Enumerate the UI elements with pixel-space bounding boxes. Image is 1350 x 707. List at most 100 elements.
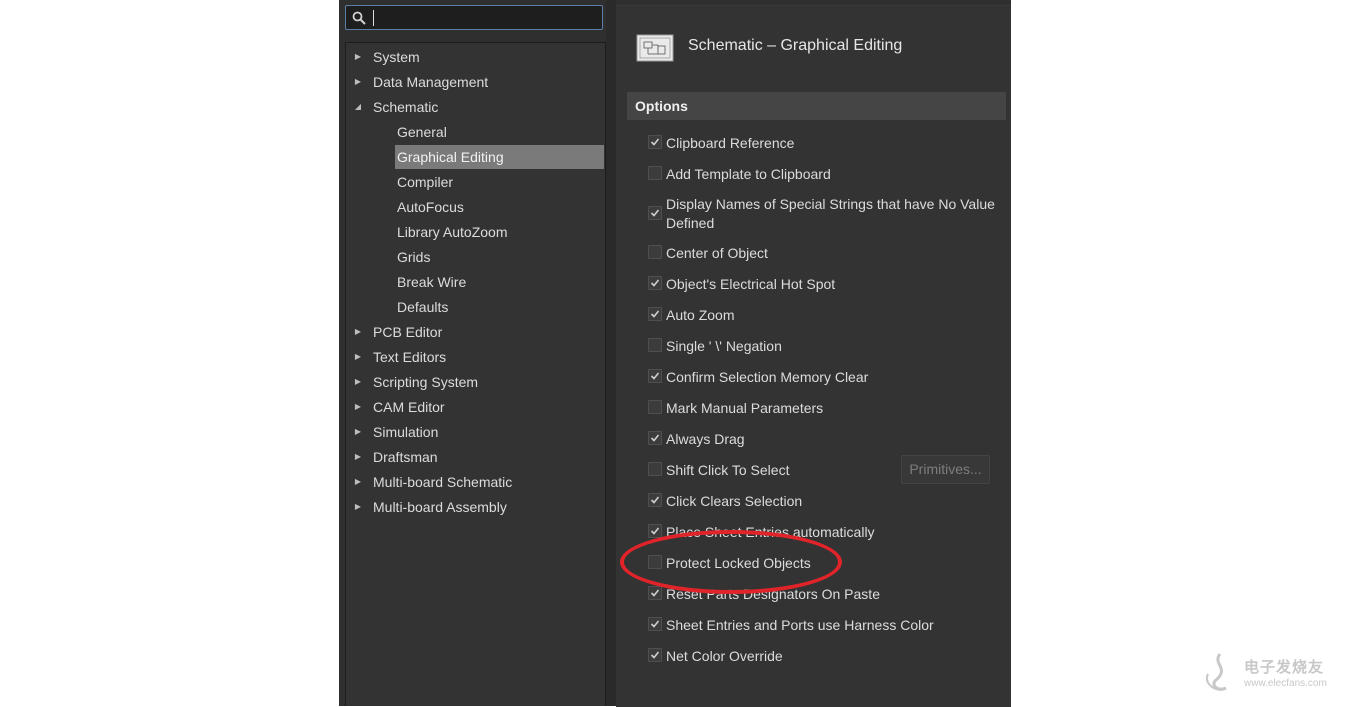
check-icon: [650, 209, 660, 217]
watermark: 电子发烧友 www.elecfans.com: [1200, 650, 1340, 700]
checkbox-checked[interactable]: [648, 276, 662, 290]
option-label: Sheet Entries and Ports use Harness Colo…: [666, 617, 934, 633]
option-label: Add Template to Clipboard: [666, 166, 831, 182]
tree-item[interactable]: ▶ Multi-board Assembly: [352, 495, 592, 519]
option-label: Auto Zoom: [666, 307, 735, 323]
preferences-tree[interactable]: ▶ System ▶ Data Management ◢ Schematic General…: [345, 42, 606, 706]
option-label: Clipboard Reference: [666, 135, 795, 151]
checkbox-checked[interactable]: [648, 524, 662, 538]
option-label: Object's Electrical Hot Spot: [666, 276, 836, 292]
tree-item-label: Compiler: [397, 174, 454, 190]
tree-item[interactable]: Graphical Editing: [395, 145, 604, 169]
option-label: Center of Object: [666, 245, 768, 261]
tree-item-label: PCB Editor: [373, 324, 443, 340]
check-icon: [650, 434, 660, 442]
tree-item[interactable]: General: [395, 120, 604, 144]
checkbox-checked[interactable]: [648, 586, 662, 600]
checkbox-checked[interactable]: [648, 206, 662, 220]
checkbox-unchecked[interactable]: [648, 400, 662, 414]
preferences-window: ▶ System ▶ Data Management ◢ Schematic General…: [339, 0, 1011, 707]
search-box[interactable]: [345, 5, 603, 30]
checkbox-unchecked[interactable]: [648, 166, 662, 180]
tree-item[interactable]: ▶ Data Management: [352, 70, 592, 94]
checkbox-unchecked[interactable]: [648, 338, 662, 352]
option-label: Single ' \' Negation: [666, 338, 782, 354]
schematic-page-icon: [636, 32, 676, 64]
checkbox-checked[interactable]: [648, 617, 662, 631]
option-label: Always Drag: [666, 431, 745, 447]
collapsed-arrow-icon[interactable]: ▶: [352, 395, 364, 419]
option-label: Net Color Override: [666, 648, 783, 664]
checkbox-unchecked[interactable]: [648, 555, 662, 569]
collapsed-arrow-icon[interactable]: ▶: [352, 370, 364, 394]
tree-item[interactable]: ▶ Simulation: [352, 420, 592, 444]
preferences-page: Schematic – Graphical Editing Options Pr…: [616, 5, 1011, 707]
watermark-text: 电子发烧友: [1244, 659, 1325, 676]
checkbox-checked[interactable]: [648, 493, 662, 507]
option-label: Protect Locked Objects: [666, 555, 811, 571]
check-icon: [650, 138, 660, 146]
tree-item-label: Defaults: [397, 299, 449, 315]
tree-item-label: CAM Editor: [373, 399, 445, 415]
tree-item[interactable]: Library AutoZoom: [395, 220, 604, 244]
checkbox-checked[interactable]: [648, 431, 662, 445]
check-icon: [650, 310, 660, 318]
check-icon: [650, 620, 660, 628]
option-label: Mark Manual Parameters: [666, 400, 824, 416]
text-cursor: [373, 10, 374, 26]
tree-item[interactable]: ▶ PCB Editor: [352, 320, 592, 344]
tree-item-label: AutoFocus: [397, 199, 464, 215]
primitives-button[interactable]: Primitives...: [901, 455, 990, 484]
tree-item[interactable]: ▶ Multi-board Schematic: [352, 470, 592, 494]
tree-item[interactable]: ▶ Draftsman: [352, 445, 592, 469]
tree-item[interactable]: AutoFocus: [395, 195, 604, 219]
search-icon: [352, 11, 366, 25]
option-label: Confirm Selection Memory Clear: [666, 369, 869, 385]
check-icon: [650, 279, 660, 287]
collapsed-arrow-icon[interactable]: ▶: [352, 470, 364, 494]
watermark-url: www.elecfans.com: [1244, 678, 1327, 689]
tree-item-label: General: [397, 124, 447, 140]
tree-item[interactable]: Grids: [395, 245, 604, 269]
checkbox-checked[interactable]: [648, 307, 662, 321]
option-label: Shift Click To Select: [666, 462, 790, 478]
tree-item-label: Multi-board Schematic: [373, 474, 513, 490]
collapsed-arrow-icon[interactable]: ▶: [352, 70, 364, 94]
tree-item[interactable]: ▶ Text Editors: [352, 345, 592, 369]
collapsed-arrow-icon[interactable]: ▶: [352, 45, 364, 69]
check-icon: [650, 496, 660, 504]
tree-item-label: Graphical Editing: [397, 149, 504, 165]
tree-item-label: Text Editors: [373, 349, 447, 365]
panel-splitter[interactable]: [606, 0, 616, 706]
expanded-arrow-icon[interactable]: ◢: [352, 95, 364, 119]
tree-item[interactable]: Compiler: [395, 170, 604, 194]
checkbox-checked[interactable]: [648, 369, 662, 383]
tree-item-label: System: [373, 49, 420, 65]
collapsed-arrow-icon[interactable]: ▶: [352, 495, 364, 519]
tree-item-label: Library AutoZoom: [397, 224, 508, 240]
tree-item-label: Break Wire: [397, 274, 467, 290]
check-icon: [650, 589, 660, 597]
collapsed-arrow-icon[interactable]: ▶: [352, 345, 364, 369]
option-label: Display Names of Special Strings that ha…: [666, 196, 995, 231]
checkbox-unchecked[interactable]: [648, 462, 662, 476]
tree-item[interactable]: Break Wire: [395, 270, 604, 294]
tree-item[interactable]: ▶ CAM Editor: [352, 395, 592, 419]
tree-item-label: Data Management: [373, 74, 489, 90]
checkbox-unchecked[interactable]: [648, 245, 662, 259]
option-label: Place Sheet Entries automatically: [666, 524, 875, 540]
collapsed-arrow-icon[interactable]: ▶: [352, 445, 364, 469]
option-label: Click Clears Selection: [666, 493, 803, 509]
collapsed-arrow-icon[interactable]: ▶: [352, 420, 364, 444]
tree-item-label: Draftsman: [373, 449, 438, 465]
check-icon: [650, 527, 660, 535]
tree-item[interactable]: ▶ Scripting System: [352, 370, 592, 394]
checkbox-checked[interactable]: [648, 648, 662, 662]
page-title: Schematic – Graphical Editing: [688, 37, 903, 54]
tree-item[interactable]: Defaults: [395, 295, 604, 319]
collapsed-arrow-icon[interactable]: ▶: [352, 320, 364, 344]
tree-item[interactable]: ▶ System: [352, 45, 592, 69]
tree-item[interactable]: ◢ Schematic: [352, 95, 592, 119]
watermark-logo-icon: [1206, 653, 1227, 691]
checkbox-checked[interactable]: [648, 135, 662, 149]
